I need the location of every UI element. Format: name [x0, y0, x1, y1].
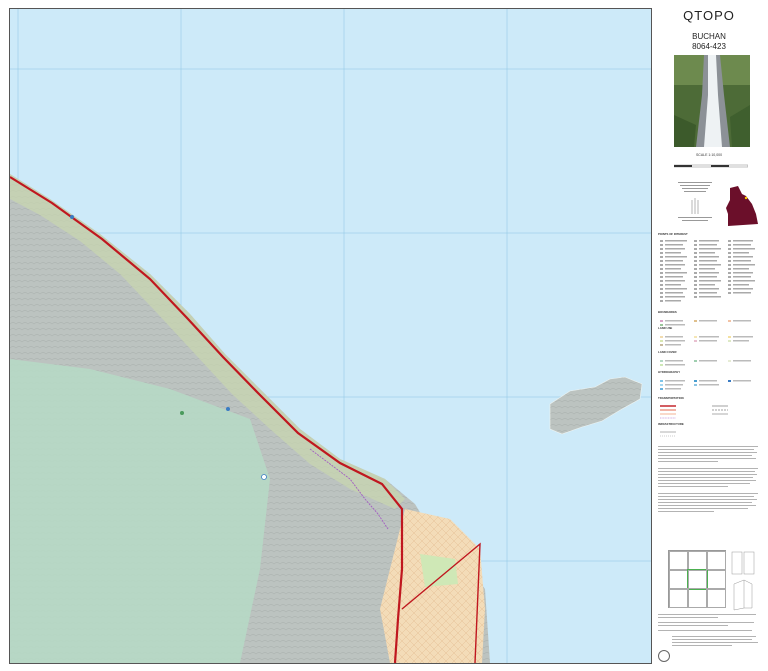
brand-title: QTOPO	[683, 8, 735, 23]
adjoining-sheets-index	[668, 550, 726, 608]
sheet-name: BUCHAN	[692, 32, 726, 41]
legend-section-land-use: LAND USE	[658, 326, 673, 330]
index-cell-sw	[669, 588, 689, 608]
index-cell-w	[669, 569, 689, 590]
scale-bar	[674, 164, 748, 168]
footer-notes	[658, 614, 760, 649]
map-canvas[interactable]	[10, 9, 651, 663]
marker-d	[180, 411, 184, 415]
legend-section-transportation: TRANSPORTATION	[658, 396, 684, 400]
sheet-number: 8064-423	[692, 42, 726, 51]
marker-c	[261, 474, 267, 480]
map-frame[interactable]	[9, 8, 652, 664]
legend-section-hydrography: HYDROGRAPHY	[658, 370, 681, 374]
legend: POINTS OF INTEREST BOUNDARIES LAND USE L…	[656, 232, 762, 438]
legend-section-infrastructure: INFRASTRUCTURE	[658, 422, 684, 426]
map-sheet: QTOPO BUCHAN 8064-423 SCALE 1:10,000 POI…	[0, 0, 768, 671]
queensland-locator-map	[726, 186, 758, 226]
waterfall-photo	[674, 55, 750, 147]
index-cell-n	[687, 551, 708, 571]
index-cell-ne	[706, 551, 726, 571]
index-cell-e	[706, 569, 726, 590]
legend-symbols	[660, 240, 755, 437]
legend-section-land-cover: LAND COVER	[658, 350, 677, 354]
park-area	[420, 554, 458, 587]
legend-section-boundaries: BOUNDARIES	[658, 310, 677, 314]
index-cell-s	[687, 588, 708, 608]
marker-b	[226, 407, 230, 411]
marker-a	[70, 215, 74, 219]
index-cell-se	[706, 588, 726, 608]
index-cell-current	[687, 569, 708, 590]
government-crest	[658, 650, 670, 662]
scale-label: SCALE 1:10,000	[695, 153, 723, 157]
map-info-panel: QTOPO BUCHAN 8064-423 SCALE 1:10,000 POI…	[656, 8, 762, 662]
index-cell-nw	[669, 551, 689, 571]
folding-diagram	[731, 551, 755, 611]
disclaimer-notes	[658, 446, 760, 547]
projection-note	[670, 180, 720, 225]
